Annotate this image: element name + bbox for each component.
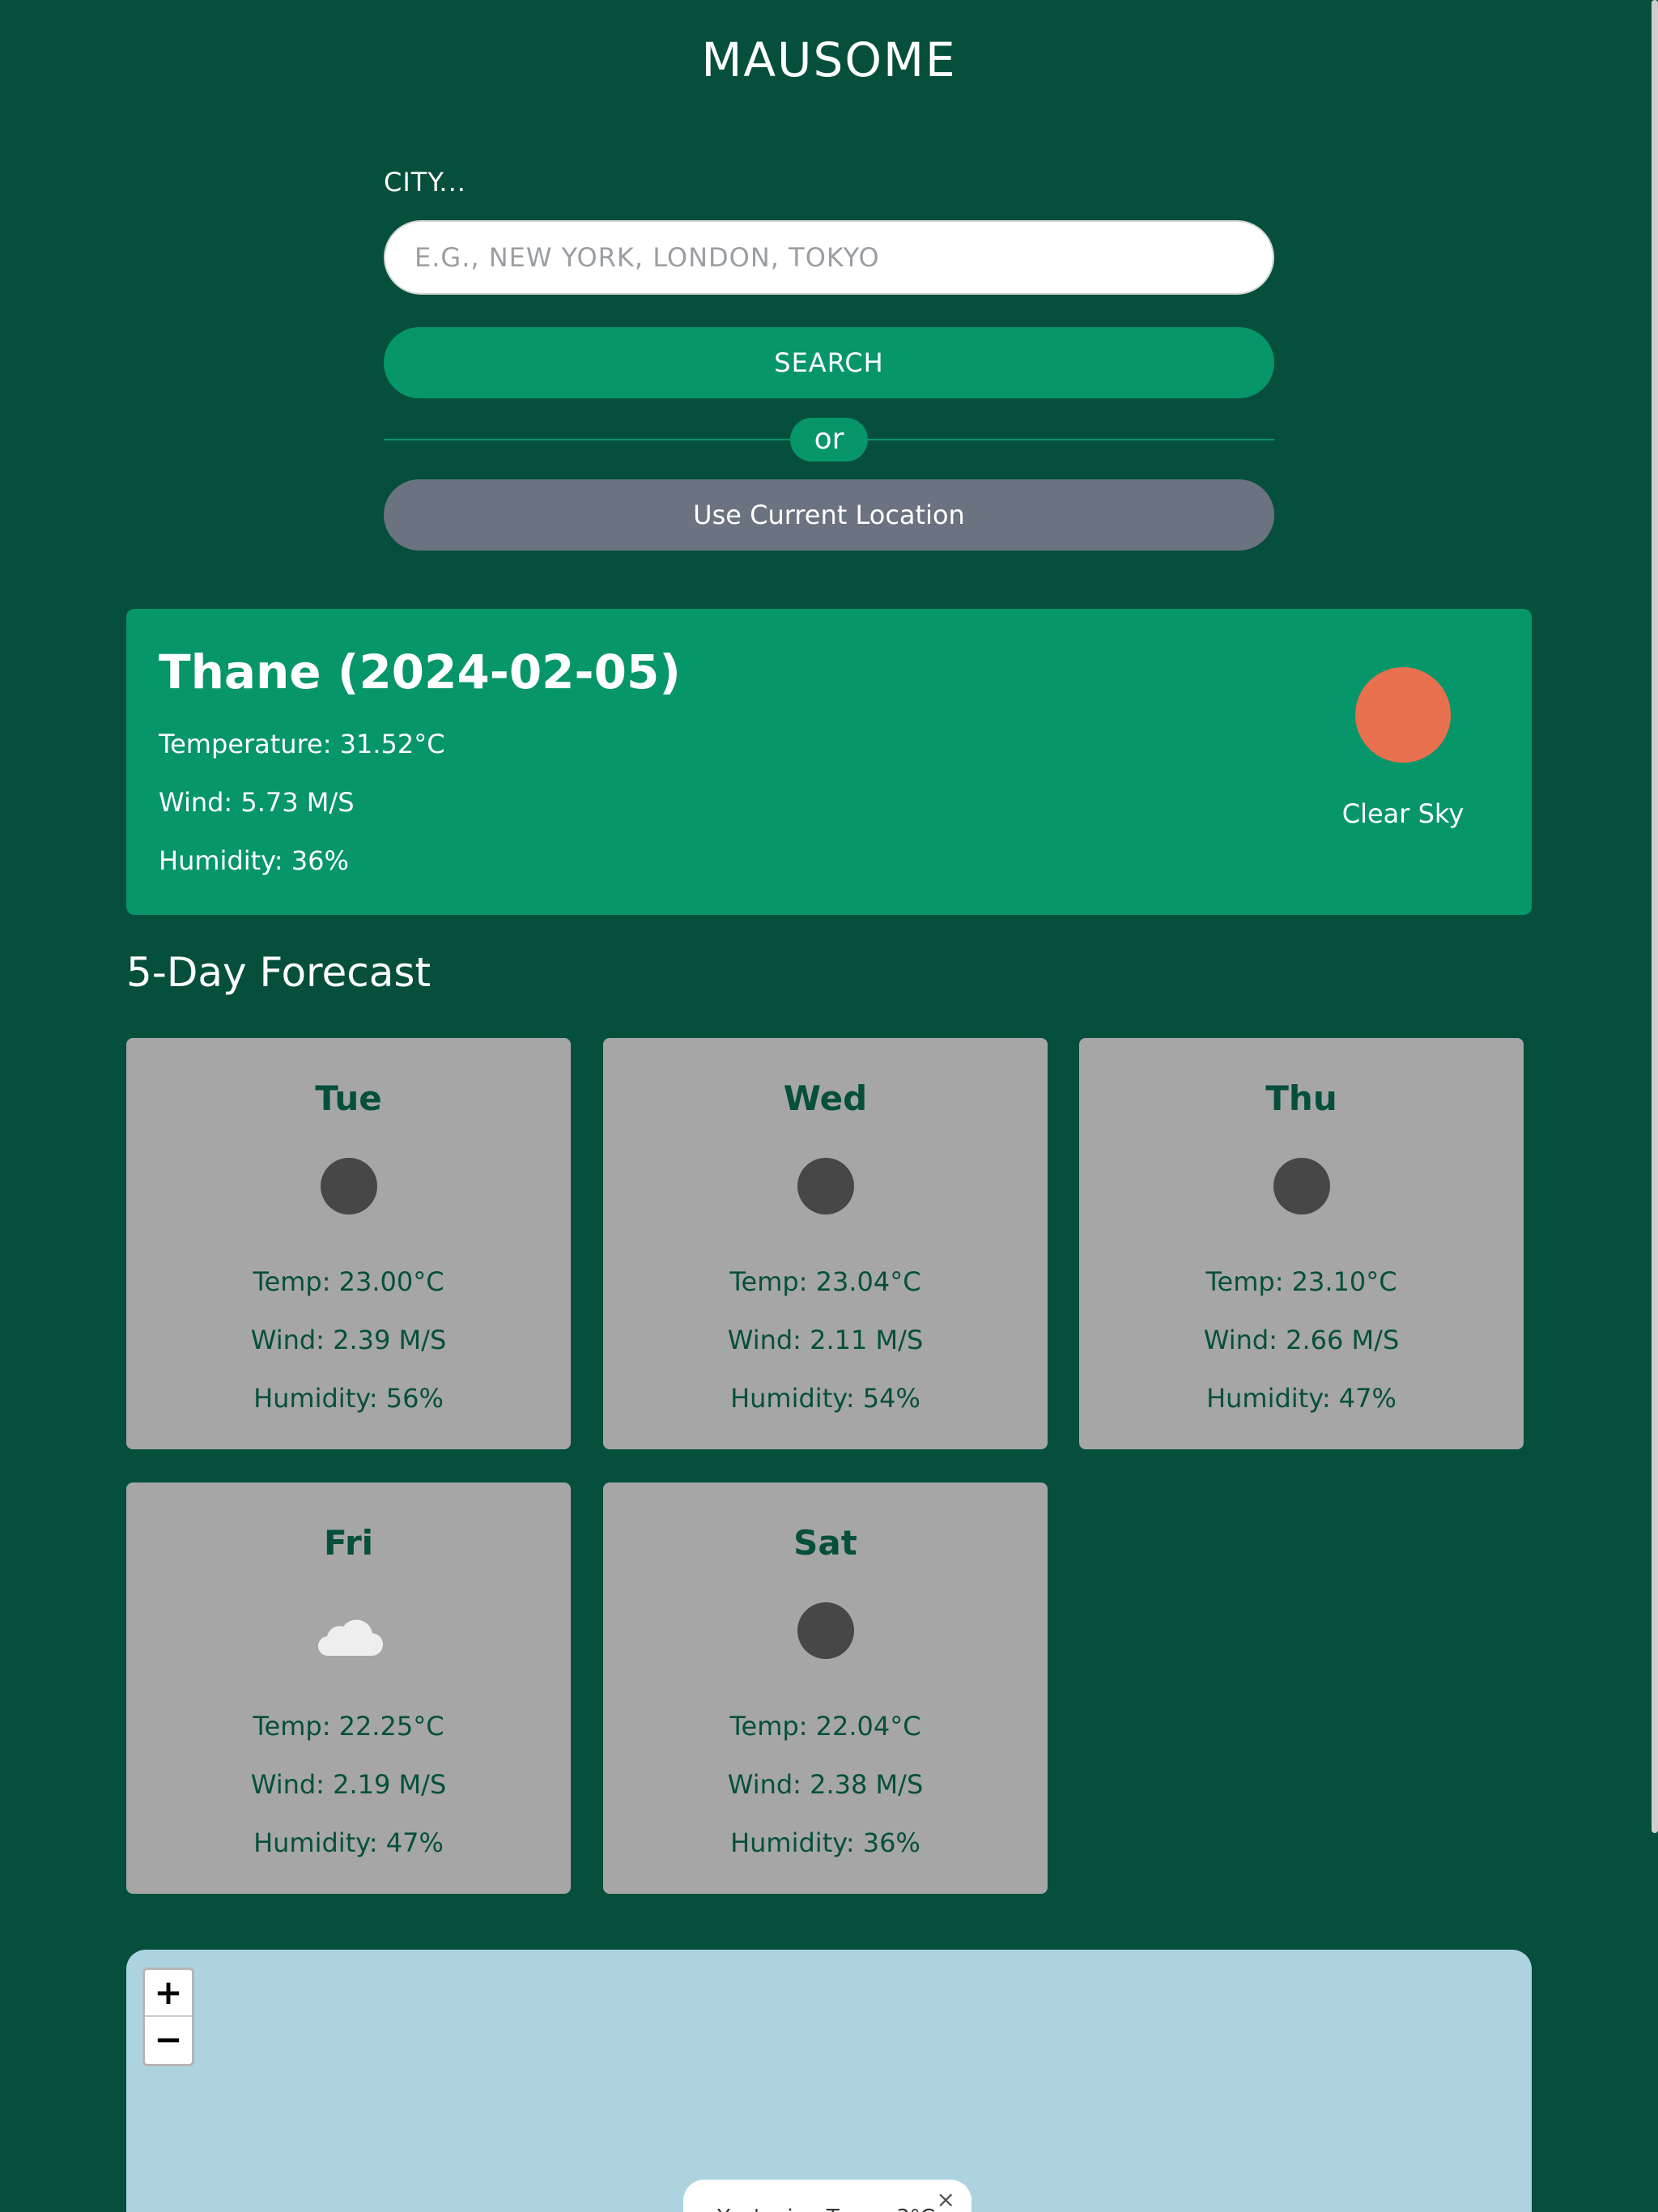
map-popup: You're in · Temp: 3°C ×	[683, 2180, 971, 2212]
forecast-day: Wed	[783, 1078, 868, 1118]
forecast-humidity: Humidity: 47%	[253, 1827, 444, 1858]
search-area: CITY... SEARCH or Use Current Location	[384, 167, 1274, 551]
forecast-humidity: Humidity: 56%	[253, 1383, 444, 1414]
forecast-card: Fri Temp: 22.25°C Wind: 2.19 M/S Humidit…	[126, 1482, 571, 1894]
search-button[interactable]: SEARCH	[384, 327, 1274, 398]
forecast-wind: Wind: 2.38 M/S	[727, 1769, 924, 1800]
forecast-temp: Temp: 22.04°C	[729, 1711, 921, 1742]
forecast-day: Tue	[315, 1078, 382, 1118]
forecast-temp: Temp: 23.04°C	[729, 1266, 921, 1297]
forecast-wind: Wind: 2.11 M/S	[727, 1325, 924, 1355]
forecast-card: Tue Temp: 23.00°C Wind: 2.39 M/S Humidit…	[126, 1038, 571, 1449]
zoom-in-button[interactable]: +	[145, 1970, 192, 2017]
zoom-out-button[interactable]: −	[145, 2017, 192, 2064]
forecast-wind: Wind: 2.39 M/S	[250, 1325, 447, 1355]
forecast-humidity: Humidity: 47%	[1206, 1383, 1397, 1414]
zoom-control: + −	[142, 1967, 194, 2066]
map[interactable]: + − You're in · Temp: 3°C ×	[126, 1950, 1532, 2212]
or-divider: or	[384, 415, 1274, 463]
forecast-day: Fri	[323, 1523, 374, 1563]
forecast-temp: Temp: 23.10°C	[1205, 1266, 1397, 1297]
current-humidity: Humidity: 36%	[159, 845, 349, 876]
forecast-temp: Temp: 22.25°C	[253, 1711, 444, 1742]
current-city-title: Thane (2024-02-05)	[159, 644, 681, 700]
current-wind: Wind: 5.73 M/S	[159, 787, 355, 818]
forecast-humidity: Humidity: 54%	[730, 1383, 920, 1414]
use-current-location-button[interactable]: Use Current Location	[384, 479, 1274, 551]
forecast-card: Thu Temp: 23.10°C Wind: 2.66 M/S Humidit…	[1079, 1038, 1524, 1449]
forecast-humidity: Humidity: 36%	[730, 1827, 920, 1858]
forecast-temp: Temp: 23.00°C	[253, 1266, 444, 1297]
weather-icon	[321, 1158, 377, 1214]
weather-icon	[797, 1158, 854, 1214]
current-weather-card: Thane (2024-02-05) Temperature: 31.52°C …	[126, 609, 1532, 915]
weather-condition: Clear Sky	[1341, 798, 1465, 829]
or-label: or	[790, 418, 868, 462]
close-icon[interactable]: ×	[937, 2186, 955, 2212]
forecast-wind: Wind: 2.19 M/S	[250, 1769, 447, 1800]
forecast-wind: Wind: 2.66 M/S	[1203, 1325, 1400, 1355]
cloud-icon	[317, 1619, 384, 1657]
current-temperature: Temperature: 31.52°C	[159, 729, 445, 759]
popup-text: You're in · Temp: 3°C	[717, 2206, 935, 2212]
scrollbar[interactable]	[1652, 0, 1658, 1833]
city-label: CITY...	[384, 167, 466, 198]
sun-icon	[1355, 667, 1451, 763]
weather-icon	[1273, 1158, 1330, 1214]
city-input[interactable]	[384, 220, 1274, 295]
forecast-day: Thu	[1265, 1078, 1337, 1118]
forecast-heading: 5-Day Forecast	[126, 949, 432, 996]
forecast-card: Wed Temp: 23.04°C Wind: 2.11 M/S Humidit…	[603, 1038, 1048, 1449]
page: MAUSOME CITY... SEARCH or Use Current Lo…	[0, 0, 1658, 2212]
forecast-day: Sat	[793, 1523, 857, 1563]
weather-icon	[797, 1602, 854, 1659]
app-title: MAUSOME	[701, 32, 957, 87]
forecast-card: Sat Temp: 22.04°C Wind: 2.38 M/S Humidit…	[603, 1482, 1048, 1894]
